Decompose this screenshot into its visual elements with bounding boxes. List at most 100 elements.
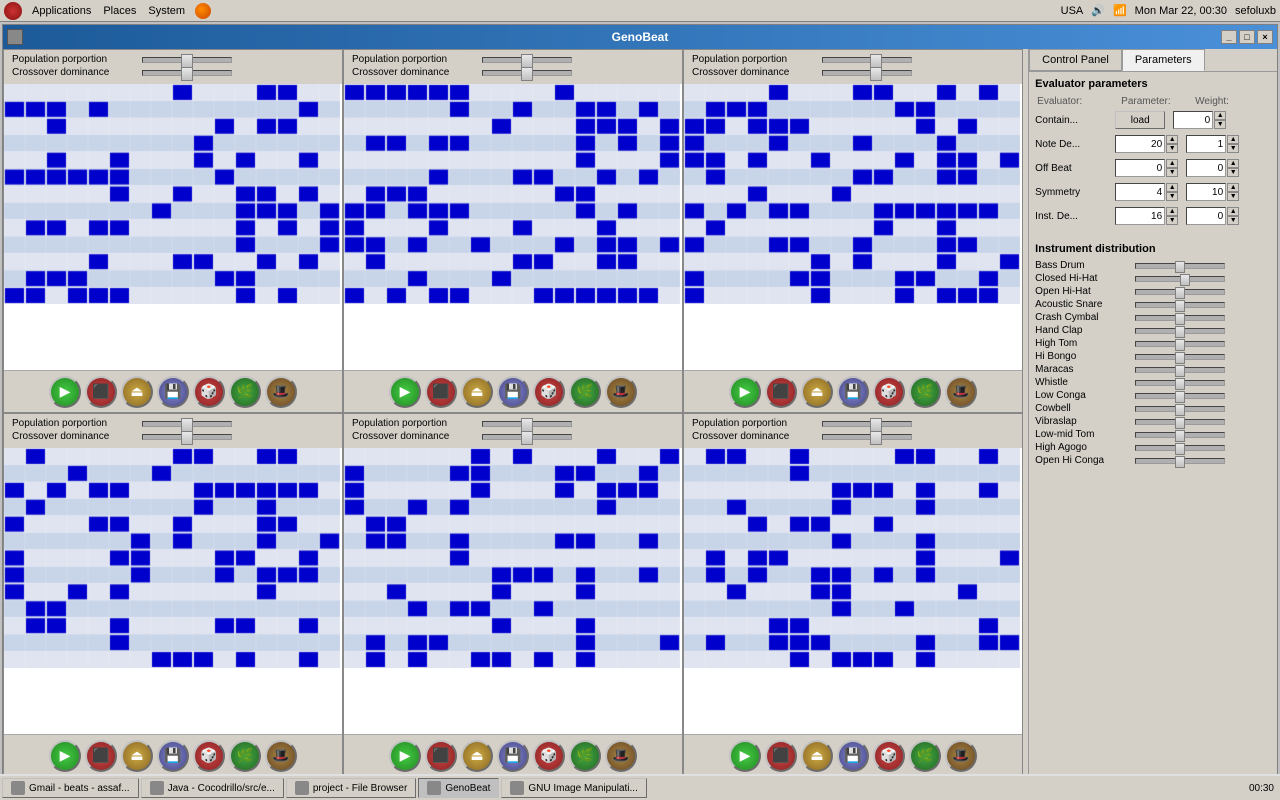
eval-input-1[interactable]	[1115, 135, 1165, 153]
spin-up-3[interactable]: ▲	[1166, 183, 1178, 192]
play-btn-1-2[interactable]: ▶	[389, 376, 421, 408]
gen-btn-2-1[interactable]: 🌿	[229, 740, 261, 772]
save-btn-1-3[interactable]: 💾	[837, 376, 869, 408]
eval-weight-4[interactable]	[1186, 207, 1226, 225]
firefox-icon[interactable]	[195, 3, 211, 19]
hat-btn-1-3[interactable]: 🎩	[945, 376, 977, 408]
dice-btn-1-1[interactable]: 🎲	[193, 376, 225, 408]
save-btn-2-2[interactable]: 💾	[497, 740, 529, 772]
inst-slider-11[interactable]	[1135, 406, 1225, 412]
cross-slider-1-3[interactable]	[822, 70, 912, 76]
cross-slider-2-1[interactable]	[142, 434, 232, 440]
pop-slider-1-3[interactable]	[822, 57, 912, 63]
eval-input-2[interactable]	[1115, 159, 1165, 177]
inst-slider-7[interactable]	[1135, 354, 1225, 360]
inst-slider-3[interactable]	[1135, 302, 1225, 308]
menu-applications[interactable]: Applications	[26, 3, 97, 19]
dice-btn-2-1[interactable]: 🎲	[193, 740, 225, 772]
inst-slider-8[interactable]	[1135, 367, 1225, 373]
spin-up-2[interactable]: ▲	[1166, 159, 1178, 168]
hat-btn-2-3[interactable]: 🎩	[945, 740, 977, 772]
play-btn-1-1[interactable]: ▶	[49, 376, 81, 408]
wspin-up-3[interactable]: ▲	[1227, 183, 1239, 192]
tab-parameters[interactable]: Parameters	[1122, 49, 1205, 71]
taskbar-item-3[interactable]: GenoBeat	[418, 778, 499, 798]
spin-up-1[interactable]: ▲	[1166, 135, 1178, 144]
pop-slider-2-3[interactable]	[822, 421, 912, 427]
wspin-dn-0[interactable]: ▼	[1214, 120, 1226, 129]
stop-btn-2-3[interactable]: ⬛	[765, 740, 797, 772]
spin-dn-1[interactable]: ▼	[1166, 144, 1178, 153]
inst-slider-4[interactable]	[1135, 315, 1225, 321]
hat-btn-1-1[interactable]: 🎩	[265, 376, 297, 408]
wspin-dn-4[interactable]: ▼	[1227, 216, 1239, 225]
pop-slider-2-2[interactable]	[482, 421, 572, 427]
play-btn-2-2[interactable]: ▶	[389, 740, 421, 772]
pop-slider-2-1[interactable]	[142, 421, 232, 427]
tab-control-panel[interactable]: Control Panel	[1029, 49, 1122, 71]
dice-btn-1-2[interactable]: 🎲	[533, 376, 565, 408]
eval-load-0[interactable]: load	[1115, 111, 1165, 129]
stop-btn-1-3[interactable]: ⬛	[765, 376, 797, 408]
menu-system[interactable]: System	[142, 3, 191, 19]
pop-slider-1-1[interactable]	[142, 57, 232, 63]
spin-dn-2[interactable]: ▼	[1166, 168, 1178, 177]
eject-btn-2-3[interactable]: ⏏	[801, 740, 833, 772]
eject-btn-1-1[interactable]: ⏏	[121, 376, 153, 408]
wspin-up-0[interactable]: ▲	[1214, 111, 1226, 120]
inst-slider-6[interactable]	[1135, 341, 1225, 347]
taskbar-item-1[interactable]: Java - Cocodrillo/src/e...	[141, 778, 284, 798]
gen-btn-2-2[interactable]: 🌿	[569, 740, 601, 772]
menu-places[interactable]: Places	[97, 3, 142, 19]
eval-weight-0[interactable]	[1173, 111, 1213, 129]
inst-slider-9[interactable]	[1135, 380, 1225, 386]
cross-slider-1-1[interactable]	[142, 70, 232, 76]
wspin-up-4[interactable]: ▲	[1227, 207, 1239, 216]
dice-btn-2-3[interactable]: 🎲	[873, 740, 905, 772]
gen-btn-1-2[interactable]: 🌿	[569, 376, 601, 408]
taskbar-item-2[interactable]: project - File Browser	[286, 778, 416, 798]
inst-slider-2[interactable]	[1135, 289, 1225, 295]
stop-btn-1-2[interactable]: ⬛	[425, 376, 457, 408]
gen-btn-1-3[interactable]: 🌿	[909, 376, 941, 408]
maximize-button[interactable]: □	[1239, 30, 1255, 44]
eject-btn-2-2[interactable]: ⏏	[461, 740, 493, 772]
dice-btn-1-3[interactable]: 🎲	[873, 376, 905, 408]
inst-slider-5[interactable]	[1135, 328, 1225, 334]
inst-slider-15[interactable]	[1135, 458, 1225, 464]
close-button[interactable]: ×	[1257, 30, 1273, 44]
gen-btn-1-1[interactable]: 🌿	[229, 376, 261, 408]
inst-slider-12[interactable]	[1135, 419, 1225, 425]
inst-slider-14[interactable]	[1135, 445, 1225, 451]
cross-slider-2-3[interactable]	[822, 434, 912, 440]
stop-btn-1-1[interactable]: ⬛	[85, 376, 117, 408]
save-btn-1-1[interactable]: 💾	[157, 376, 189, 408]
eval-input-3[interactable]	[1115, 183, 1165, 201]
inst-slider-10[interactable]	[1135, 393, 1225, 399]
inst-slider-1[interactable]	[1135, 276, 1225, 282]
wspin-dn-3[interactable]: ▼	[1227, 192, 1239, 201]
eval-input-4[interactable]	[1115, 207, 1165, 225]
eval-weight-3[interactable]	[1186, 183, 1226, 201]
cross-slider-1-2[interactable]	[482, 70, 572, 76]
eject-btn-2-1[interactable]: ⏏	[121, 740, 153, 772]
spin-dn-4[interactable]: ▼	[1166, 216, 1178, 225]
save-btn-2-1[interactable]: 💾	[157, 740, 189, 772]
save-btn-1-2[interactable]: 💾	[497, 376, 529, 408]
hat-btn-2-2[interactable]: 🎩	[605, 740, 637, 772]
stop-btn-2-1[interactable]: ⬛	[85, 740, 117, 772]
gen-btn-2-3[interactable]: 🌿	[909, 740, 941, 772]
save-btn-2-3[interactable]: 💾	[837, 740, 869, 772]
wspin-dn-2[interactable]: ▼	[1227, 168, 1239, 177]
stop-btn-2-2[interactable]: ⬛	[425, 740, 457, 772]
play-btn-2-3[interactable]: ▶	[729, 740, 761, 772]
wspin-up-1[interactable]: ▲	[1227, 135, 1239, 144]
wspin-up-2[interactable]: ▲	[1227, 159, 1239, 168]
inst-slider-0[interactable]	[1135, 263, 1225, 269]
taskbar-item-0[interactable]: Gmail - beats - assaf...	[2, 778, 139, 798]
pop-slider-1-2[interactable]	[482, 57, 572, 63]
spin-dn-3[interactable]: ▼	[1166, 192, 1178, 201]
spin-up-4[interactable]: ▲	[1166, 207, 1178, 216]
hat-btn-1-2[interactable]: 🎩	[605, 376, 637, 408]
minimize-button[interactable]: _	[1221, 30, 1237, 44]
